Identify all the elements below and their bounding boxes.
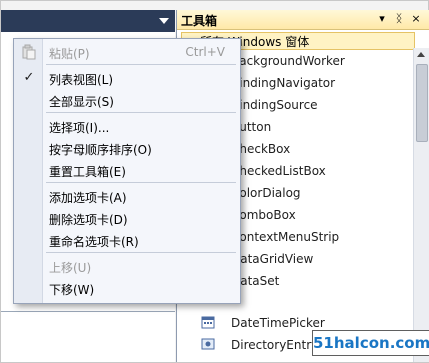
- menu-item-sort-alphabetically[interactable]: 按字母顺序排序(O): [15, 137, 239, 159]
- toolbox-item-label: DateTimePicker: [231, 316, 325, 330]
- tab-dropdown-icon[interactable]: [159, 18, 169, 24]
- menu-item-shortcut: Ctrl+V: [185, 45, 225, 59]
- menu-item-label: 全部显示(S): [49, 95, 114, 109]
- menu-separator: [46, 64, 236, 65]
- toolbox-title-bar: 工具箱 ▾ ᛝ ×: [177, 10, 429, 30]
- menu-item-show-all[interactable]: 全部显示(S): [15, 89, 239, 111]
- toolbox-item-label: BindingNavigator: [231, 76, 336, 90]
- toolbox-title: 工具箱: [181, 14, 218, 28]
- menu-item-label: 列表视图(L): [49, 73, 114, 87]
- menu-separator: [46, 252, 236, 253]
- toolbox-item-label: CheckedListBox: [231, 164, 326, 178]
- menu-separator: [46, 112, 236, 113]
- menu-item-rename-tab[interactable]: 重命名选项卡(R): [15, 229, 239, 251]
- toolbox-item-label: DirectoryEntry: [231, 338, 319, 352]
- menu-item-reset-toolbox[interactable]: 重置工具箱(E): [15, 159, 239, 181]
- document-tab-strip: [1, 10, 175, 32]
- toolbox-context-menu: 粘贴(P) Ctrl+V ✓ 列表视图(L) 全部显示(S) 选择项(I)...…: [13, 38, 241, 304]
- menu-item-label: 按字母顺序排序(O): [49, 143, 152, 157]
- toolbox-item-label: ContextMenuStrip: [231, 230, 340, 244]
- menu-item-choose-items[interactable]: 选择项(I)...: [15, 115, 239, 137]
- menu-item-paste[interactable]: 粘贴(P) Ctrl+V: [15, 41, 239, 63]
- vertical-scrollbar[interactable]: [413, 48, 429, 362]
- menu-item-move-down[interactable]: 下移(W): [15, 277, 239, 299]
- toolbox-item-label: BindingSource: [231, 98, 318, 112]
- toolbox-item-label: DataGridView: [231, 252, 314, 266]
- window-position-dropdown-icon[interactable]: ▾: [375, 11, 389, 27]
- watermark: 51halcon.com: [312, 330, 429, 356]
- scroll-up-icon[interactable]: [417, 52, 425, 57]
- paste-icon: [22, 44, 36, 60]
- menu-item-label: 上移(U): [49, 261, 92, 275]
- editor-divider: [1, 311, 175, 312]
- menu-item-label: 粘贴(P): [49, 47, 90, 61]
- check-icon: ✓: [23, 70, 35, 85]
- menu-item-add-tab[interactable]: 添加选项卡(A): [15, 185, 239, 207]
- toolbox-item-label: ColorDialog: [231, 186, 301, 200]
- menu-item-label: 选择项(I)...: [49, 121, 110, 135]
- menu-item-delete-tab[interactable]: 删除选项卡(D): [15, 207, 239, 229]
- menu-item-label: 删除选项卡(D): [49, 213, 128, 227]
- toolbox-item-label: BackgroundWorker: [231, 54, 345, 68]
- pin-icon[interactable]: ᛝ: [392, 11, 406, 27]
- menu-item-move-up[interactable]: 上移(U): [15, 255, 239, 277]
- datetimepicker-icon: [201, 316, 215, 329]
- menu-item-label: 重命名选项卡(R): [49, 235, 139, 249]
- scrollbar-thumb[interactable]: [416, 64, 428, 142]
- menu-item-label: 重置工具箱(E): [49, 165, 126, 179]
- menu-item-label: 添加选项卡(A): [49, 191, 127, 205]
- directory-icon: [201, 338, 215, 350]
- menu-item-label: 下移(W): [49, 283, 95, 297]
- menu-item-list-view[interactable]: ✓ 列表视图(L): [15, 67, 239, 89]
- close-icon[interactable]: ×: [409, 11, 423, 27]
- menu-separator: [46, 182, 236, 183]
